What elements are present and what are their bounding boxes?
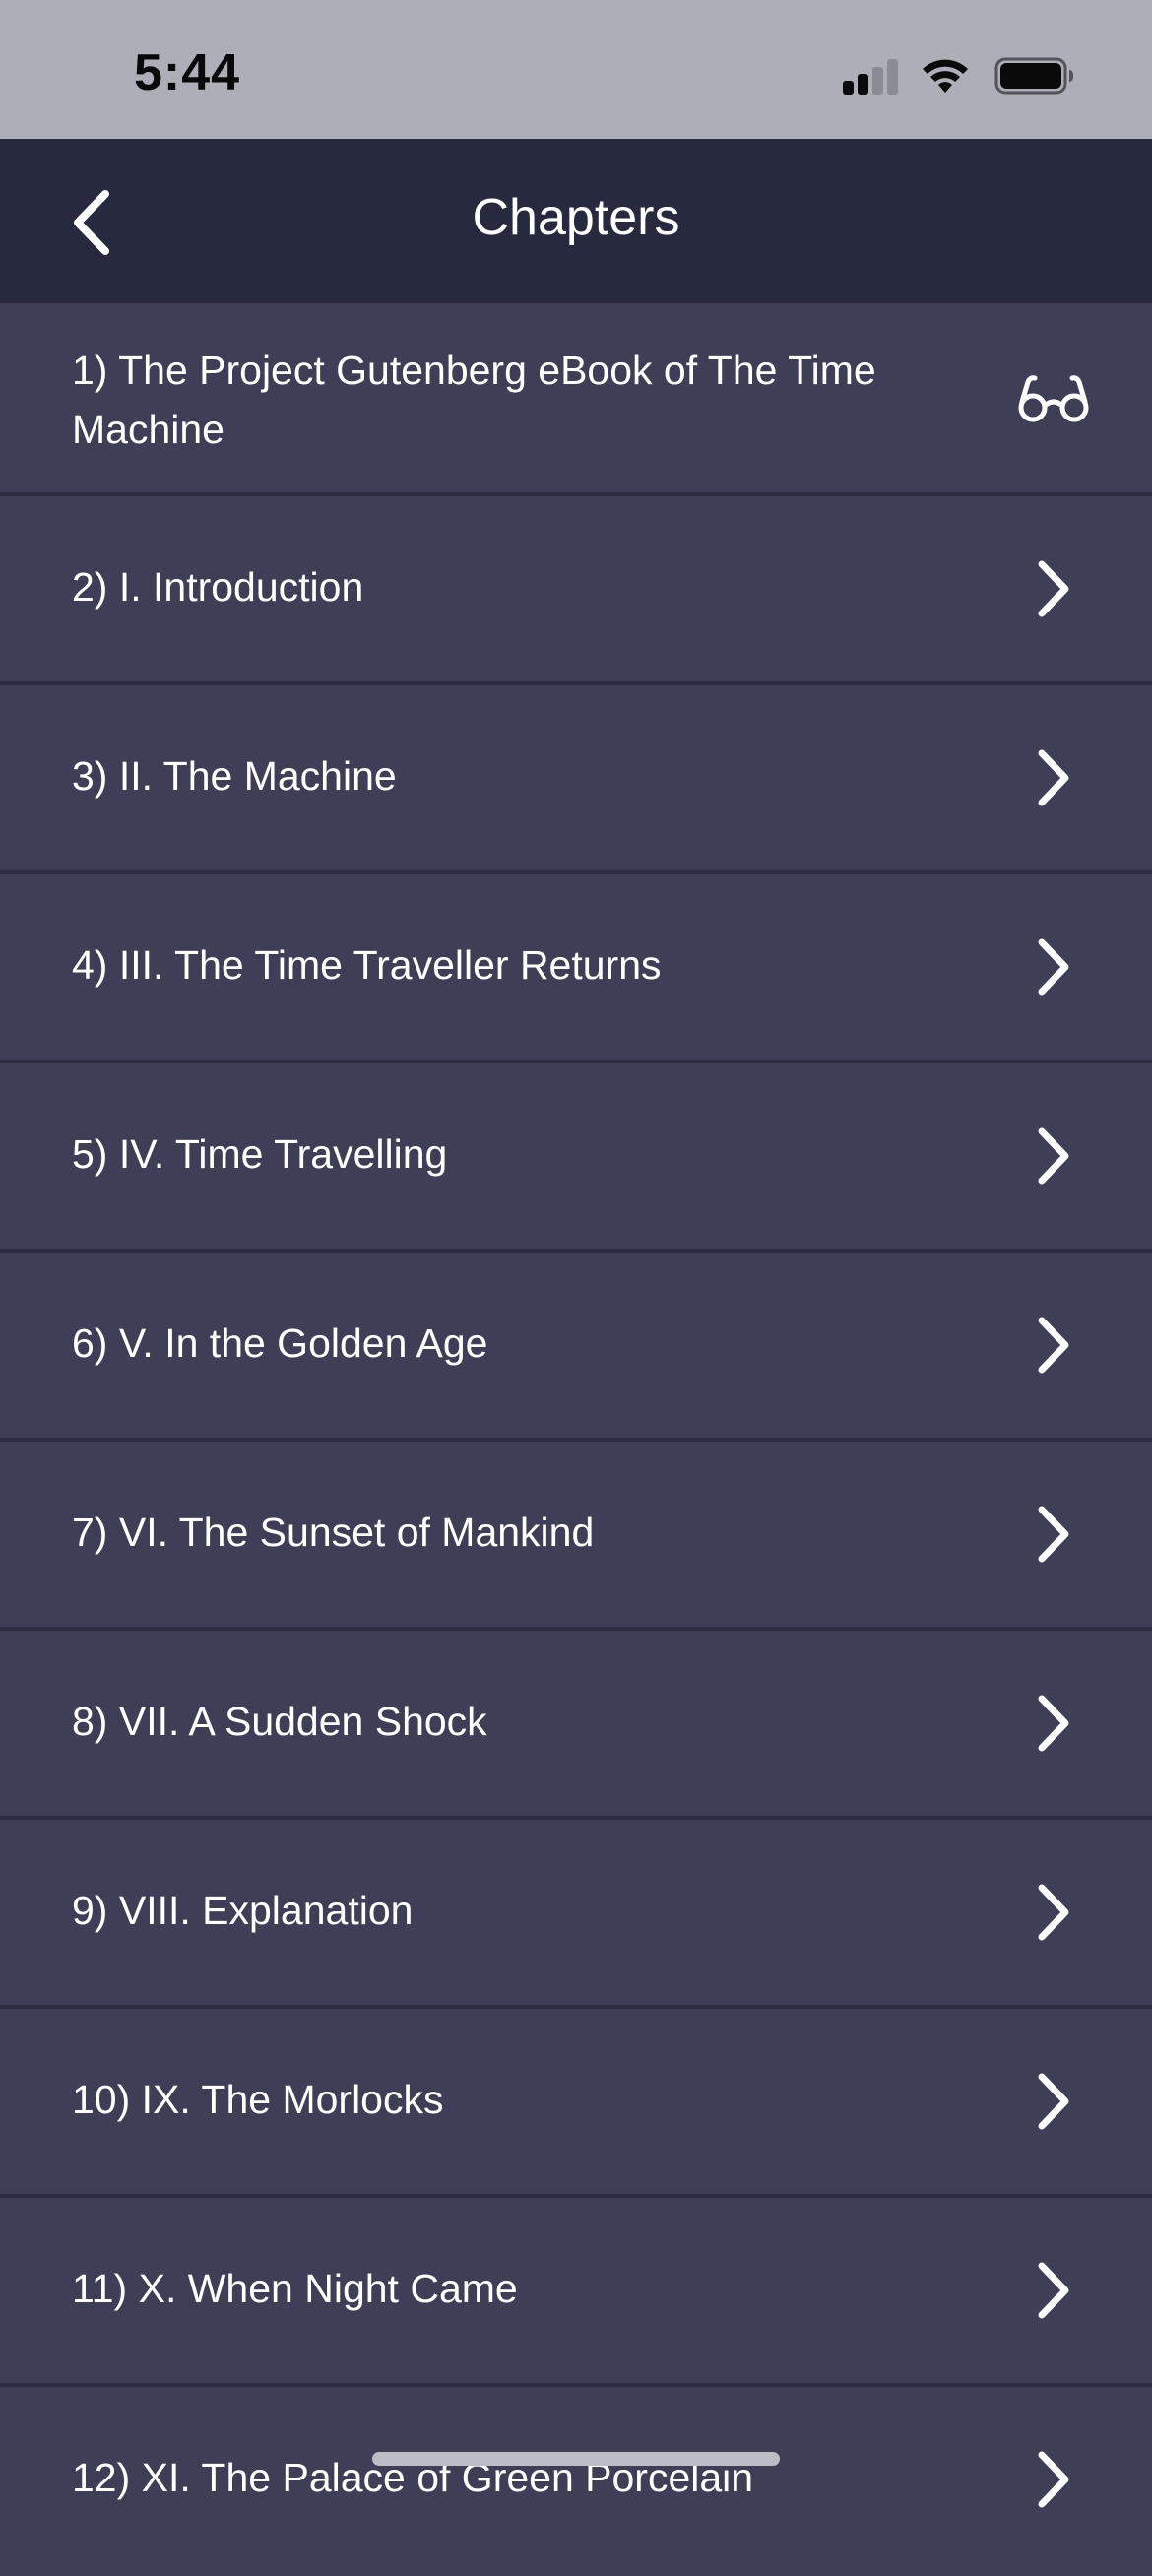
chapter-row[interactable]: 3) II. The Machine [0,685,1152,874]
chevron-right-icon [1038,1317,1069,1374]
chapter-label: 3) II. The Machine [72,753,397,799]
chevron-right-icon [1038,2073,1069,2130]
chapter-label: 10) IX. The Morlocks [72,2077,444,2122]
open-chapter-button[interactable] [1004,1674,1103,1772]
battery-icon [994,57,1073,95]
chevron-right-icon [1038,2262,1069,2319]
home-indicator[interactable] [372,2452,780,2466]
wifi-icon [923,59,968,93]
open-chapter-button[interactable] [1004,918,1103,1016]
chapter-label: 1) The Project Gutenberg eBook of The Ti… [72,348,876,452]
chapter-label: 2) I. Introduction [72,564,364,610]
page-title: Chapters [472,189,680,246]
chevron-right-icon [1038,1695,1069,1752]
open-chapter-button[interactable] [1004,1107,1103,1205]
chapter-label: 8) VII. A Sudden Shock [72,1699,487,1744]
chapter-row[interactable]: 4) III. The Time Traveller Returns [0,874,1152,1063]
chapter-label: 6) V. In the Golden Age [72,1320,488,1366]
open-chapter-button[interactable] [1004,1485,1103,1583]
chapter-row[interactable]: 11) X. When Night Came [0,2198,1152,2387]
chapter-row[interactable]: 1) The Project Gutenberg eBook of The Ti… [0,303,1152,496]
open-chapter-button[interactable] [1004,1296,1103,1394]
status-bar: 5:44 [0,0,1152,139]
chevron-right-icon [1038,1506,1069,1563]
reading-glasses-icon [1018,375,1089,422]
chevron-right-icon [1038,1884,1069,1941]
reading-glasses-button[interactable] [1004,351,1103,449]
open-chapter-button[interactable] [1004,2241,1103,2340]
chevron-right-icon [1038,560,1069,617]
chapter-label: 11) X. When Night Came [72,2266,518,2311]
open-chapter-button[interactable] [1004,2430,1103,2529]
chapter-label: 5) IV. Time Travelling [72,1131,448,1177]
chapter-row[interactable]: 12) XI. The Palace of Green Porcelain [0,2387,1152,2576]
chapter-label: 9) VIII. Explanation [72,1888,414,1933]
chevron-right-icon [1038,938,1069,996]
chapter-list: 1) The Project Gutenberg eBook of The Ti… [0,303,1152,2576]
chapter-row[interactable]: 8) VII. A Sudden Shock [0,1631,1152,1820]
open-chapter-button[interactable] [1004,1863,1103,1962]
chapter-row[interactable]: 9) VIII. Explanation [0,1820,1152,2009]
chapter-row[interactable]: 6) V. In the Golden Age [0,1253,1152,1442]
cellular-signal-icon [843,59,900,95]
chapter-row[interactable]: 2) I. Introduction [0,496,1152,685]
chevron-right-icon [1038,749,1069,806]
status-time: 5:44 [134,44,241,101]
open-chapter-button[interactable] [1004,729,1103,827]
chapter-row[interactable]: 7) VI. The Sunset of Mankind [0,1442,1152,1631]
chapter-label: 4) III. The Time Traveller Returns [72,942,662,988]
chapter-row[interactable]: 10) IX. The Morlocks [0,2009,1152,2198]
open-chapter-button[interactable] [1004,2052,1103,2151]
chapter-label: 7) VI. The Sunset of Mankind [72,1510,595,1555]
chapter-row[interactable]: 5) IV. Time Travelling [0,1063,1152,1253]
open-chapter-button[interactable] [1004,540,1103,638]
chevron-right-icon [1038,1127,1069,1185]
navigation-bar: Chapters [0,139,1152,303]
chevron-right-icon [1038,2451,1069,2508]
